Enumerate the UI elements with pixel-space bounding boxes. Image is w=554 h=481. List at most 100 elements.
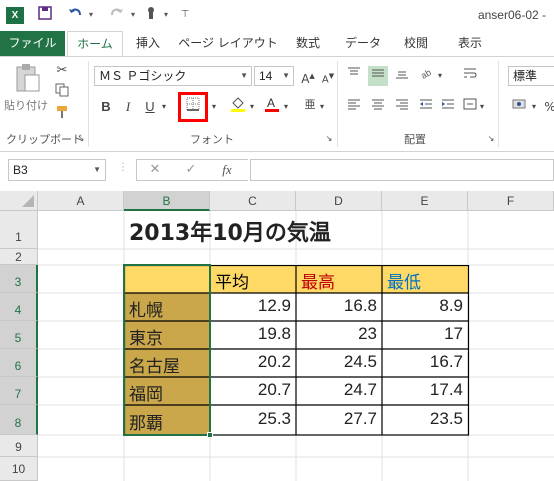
borders-icon[interactable] — [183, 97, 203, 117]
accounting-dropdown-icon[interactable]: ▾ — [530, 97, 538, 117]
row-header-1[interactable]: 1 — [0, 211, 38, 249]
merge-dropdown-icon[interactable]: ▾ — [478, 97, 486, 117]
row-header-3[interactable]: 3 — [0, 265, 38, 293]
cell-max[interactable]: 23 — [296, 324, 382, 344]
decrease-indent-icon[interactable] — [416, 97, 436, 117]
column-header-e[interactable]: E — [382, 191, 468, 211]
font-size-dropdown[interactable]: 14 ▼ — [254, 66, 294, 86]
clipboard-launcher-icon[interactable]: ↘ — [76, 129, 86, 149]
borders-dropdown-icon[interactable]: ▾ — [210, 97, 218, 117]
cell-e3-header[interactable]: 最低 — [382, 268, 468, 294]
tab-page-layout[interactable]: ページ レイアウト — [178, 31, 278, 56]
cell-city[interactable]: 名古屋 — [124, 352, 210, 377]
row-header-4[interactable]: 4 — [0, 293, 38, 321]
font-color-icon[interactable]: A — [262, 95, 282, 115]
tab-insert[interactable]: 挿入 — [128, 31, 168, 56]
increase-indent-icon[interactable] — [438, 97, 458, 117]
merge-center-icon[interactable] — [460, 97, 480, 117]
enter-icon[interactable]: ✓ — [177, 160, 205, 180]
font-launcher-icon[interactable]: ↘ — [324, 129, 334, 149]
cell-city[interactable]: 札幌 — [124, 296, 210, 321]
undo-dropdown-icon[interactable]: ▾ — [87, 6, 95, 24]
bold-button[interactable]: B — [96, 97, 116, 117]
touch-dropdown-icon[interactable]: ▾ — [162, 6, 170, 24]
row-header-7[interactable]: 7 — [0, 377, 38, 405]
font-color-dropdown-icon[interactable]: ▾ — [282, 97, 290, 117]
fill-color-icon[interactable] — [228, 95, 248, 115]
align-top-icon[interactable] — [344, 66, 364, 86]
tab-formulas[interactable]: 数式 — [288, 31, 328, 56]
cell-max[interactable]: 24.5 — [296, 352, 382, 372]
customize-toolbar-icon[interactable]: ⊤ — [176, 6, 194, 24]
cell-b3[interactable] — [124, 267, 210, 293]
paste-icon[interactable] — [12, 63, 42, 95]
formula-bar-splitter-icon[interactable]: ⋮ — [118, 162, 128, 173]
undo-icon[interactable] — [66, 6, 84, 24]
cell-d3-header[interactable]: 最高 — [296, 268, 382, 294]
cell-max[interactable]: 27.7 — [296, 409, 382, 429]
name-box[interactable]: B3 ▼ — [8, 159, 106, 181]
row-header-9[interactable]: 9 — [0, 435, 38, 457]
row-header-2[interactable]: 2 — [0, 249, 38, 265]
row-header-8[interactable]: 8 — [0, 405, 38, 435]
cell-min[interactable]: 17 — [382, 324, 468, 344]
increase-font-icon[interactable]: A▲ — [298, 66, 318, 86]
cell-average[interactable]: 20.2 — [210, 352, 296, 372]
row-header-6[interactable]: 6 — [0, 349, 38, 377]
percent-icon[interactable]: % — [540, 97, 554, 117]
cell-average[interactable]: 19.8 — [210, 324, 296, 344]
underline-button[interactable]: U — [140, 97, 160, 117]
save-icon[interactable] — [36, 6, 54, 24]
column-header-c[interactable]: C — [210, 191, 296, 211]
align-right-icon[interactable] — [392, 97, 412, 117]
row-header-10[interactable]: 10 — [0, 457, 38, 481]
column-header-a[interactable]: A — [38, 191, 124, 211]
tab-home[interactable]: ホーム — [67, 31, 123, 57]
cell-average[interactable]: 25.3 — [210, 409, 296, 429]
decrease-font-icon[interactable]: A▼ — [318, 66, 338, 86]
format-painter-icon[interactable] — [52, 105, 72, 125]
cell-min[interactable]: 23.5 — [382, 409, 468, 429]
sheet-title[interactable]: 2013年10月の気温 — [129, 215, 331, 247]
cell-average[interactable]: 12.9 — [210, 296, 296, 316]
tab-review[interactable]: 校閲 — [396, 31, 436, 56]
alignment-launcher-icon[interactable]: ↘ — [486, 129, 496, 149]
underline-dropdown-icon[interactable]: ▾ — [160, 97, 168, 117]
tab-view[interactable]: 表示 — [450, 31, 490, 56]
font-name-dropdown[interactable]: ＭＳ Ｐゴシック ▼ — [94, 66, 252, 86]
orientation-dropdown-icon[interactable]: ▾ — [436, 66, 444, 86]
cell-min[interactable]: 16.7 — [382, 352, 468, 372]
number-format-dropdown[interactable]: 標準 — [508, 66, 554, 86]
redo-icon[interactable] — [108, 6, 126, 24]
cell-city[interactable]: 那覇 — [124, 409, 210, 434]
copy-icon[interactable] — [52, 83, 72, 103]
touch-mode-icon[interactable] — [142, 6, 160, 24]
wrap-text-icon[interactable] — [460, 66, 480, 86]
tab-file[interactable]: ファイル — [0, 31, 65, 56]
orientation-icon[interactable]: ab — [418, 66, 438, 86]
align-middle-icon[interactable] — [368, 66, 388, 86]
cell-min[interactable]: 17.4 — [382, 380, 468, 400]
cell-city[interactable]: 福岡 — [124, 380, 210, 405]
cell-average[interactable]: 20.7 — [210, 380, 296, 400]
column-header-d[interactable]: D — [296, 191, 382, 211]
cell-min[interactable]: 8.9 — [382, 296, 468, 316]
insert-function-icon[interactable]: fx — [213, 160, 241, 180]
paste-label[interactable]: 貼り付け — [4, 97, 48, 113]
select-all-button[interactable] — [0, 191, 38, 211]
column-header-b[interactable]: B — [124, 191, 210, 211]
italic-button[interactable]: I — [118, 97, 138, 117]
cell-c3-header[interactable]: 平均 — [210, 268, 296, 294]
column-header-f[interactable]: F — [468, 191, 554, 211]
phonetic-dropdown-icon[interactable]: ▾ — [318, 97, 326, 117]
cell-max[interactable]: 16.8 — [296, 296, 382, 316]
align-bottom-icon[interactable] — [392, 66, 412, 86]
cancel-icon[interactable]: ✕ — [141, 160, 169, 180]
accounting-format-icon[interactable] — [510, 97, 530, 117]
cut-icon[interactable]: ✂ — [52, 61, 72, 81]
tab-data[interactable]: データ — [338, 31, 388, 56]
cell-city[interactable]: 東京 — [124, 324, 210, 349]
redo-dropdown-icon[interactable]: ▾ — [129, 6, 137, 24]
formula-input[interactable] — [250, 159, 554, 181]
fill-color-dropdown-icon[interactable]: ▾ — [248, 97, 256, 117]
